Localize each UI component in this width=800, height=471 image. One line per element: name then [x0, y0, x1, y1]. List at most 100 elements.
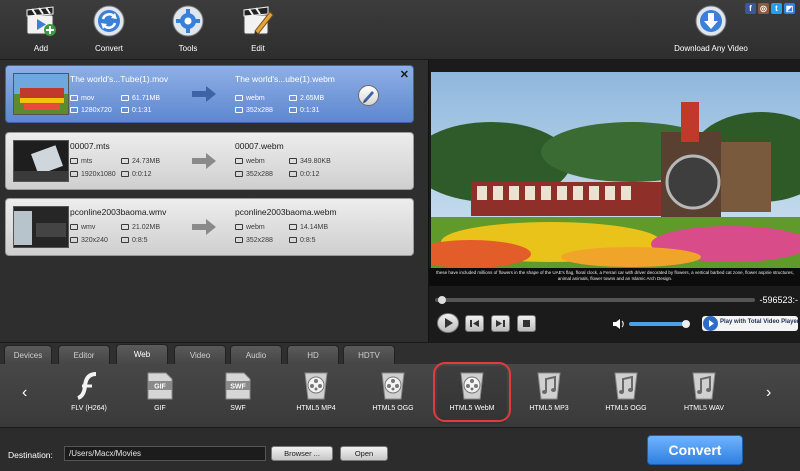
format-html5-ogg[interactable]: HTML5 OGG: [358, 366, 428, 424]
play-with-total-video-player-button[interactable]: Play with Total Video Player: [702, 316, 800, 331]
format-icon: [70, 158, 78, 164]
format-html5-mp3[interactable]: HTML5 MP3: [514, 366, 584, 424]
format-icon: [235, 158, 243, 164]
target-duration-value: 0:1:31: [300, 107, 320, 114]
source-file-name: pconline2003baoma.wmv: [70, 207, 167, 217]
total-video-player-logo-icon: [703, 316, 718, 331]
facebook-icon[interactable]: f: [745, 3, 756, 14]
source-resolution: 1920x1080: [70, 171, 116, 178]
format-html5-wav[interactable]: HTML5 WAV: [669, 366, 739, 424]
previous-button[interactable]: [465, 315, 484, 332]
video-thumbnail: [13, 206, 69, 248]
format-gif[interactable]: GIF GIF: [125, 366, 195, 424]
format-icon: [235, 95, 243, 101]
volume-handle[interactable]: [682, 320, 690, 328]
volume-fill: [629, 322, 686, 326]
edit-label: Edit: [251, 44, 265, 53]
app-window: Add Convert Tools Edit Download Any Vide…: [0, 0, 800, 471]
edit-button[interactable]: Edit: [228, 2, 288, 58]
format-flv-h264[interactable]: FLV (H264): [54, 366, 124, 424]
format-label: HTML5 MP4: [296, 405, 336, 412]
chevron-left-icon[interactable]: ‹: [22, 384, 27, 402]
format-selector: ‹ FLV (H264) GIF GIF SWF SWF HTML5 MP4 H…: [0, 364, 800, 427]
volume-slider[interactable]: [629, 320, 690, 328]
previous-icon: [470, 320, 479, 327]
target-format: webm: [235, 224, 265, 231]
resolution-icon: [235, 171, 243, 177]
next-button[interactable]: [491, 315, 510, 332]
target-resolution-value: 352x288: [246, 237, 273, 244]
tab-hd[interactable]: HD: [287, 345, 339, 365]
source-format-value: mts: [81, 158, 93, 165]
arrow-right-icon: [192, 153, 216, 169]
tab-video[interactable]: Video: [174, 345, 226, 365]
open-button[interactable]: Open: [340, 446, 388, 461]
add-button[interactable]: Add: [11, 2, 71, 58]
target-file-name: 00007.webm: [235, 141, 284, 151]
size-icon: [121, 224, 129, 230]
format-html5-mp4[interactable]: HTML5 MP4: [281, 366, 351, 424]
format-icon: [235, 224, 243, 230]
target-resolution: 352x288: [235, 171, 273, 178]
download-any-video-button[interactable]: Download Any Video: [670, 2, 752, 58]
target-format-value: webm: [246, 224, 265, 231]
target-format: webm: [235, 158, 265, 165]
add-label: Add: [33, 44, 49, 53]
stop-button[interactable]: [517, 315, 536, 332]
target-resolution-value: 352x288: [246, 171, 273, 178]
file-item[interactable]: pconline2003baoma.wmv wmv 21.02MB 320x24…: [5, 198, 414, 256]
format-icon: [70, 95, 78, 101]
source-duration-value: 0:0:12: [132, 171, 152, 178]
tools-button[interactable]: Tools: [158, 2, 218, 58]
tab-audio[interactable]: Audio: [230, 345, 282, 365]
tab-hdtv[interactable]: HDTV: [343, 345, 395, 365]
stop-icon: [523, 320, 530, 327]
source-file-name: The world's...Tube(1).mov: [70, 74, 169, 84]
target-resolution: 352x288: [235, 237, 273, 244]
convert-toolbar-button[interactable]: Convert: [79, 2, 139, 58]
scrub-bar[interactable]: [435, 296, 755, 304]
tab-web[interactable]: Web: [116, 344, 168, 365]
arrow-right-icon: [192, 219, 216, 235]
resolution-icon: [70, 237, 78, 243]
convert-button[interactable]: Convert: [647, 435, 743, 465]
browse-button[interactable]: Browser ...: [271, 446, 333, 461]
flash-icon: [77, 372, 97, 400]
target-duration-value: 0:8:5: [300, 237, 316, 244]
target-format: webm: [235, 95, 265, 102]
source-size-value: 61.71MB: [132, 95, 161, 102]
gear-icon: [172, 5, 204, 37]
source-file-name: 00007.mts: [70, 141, 110, 151]
play-with-total-video-player-label: Play with Total Video Player: [720, 319, 800, 325]
chevron-right-icon[interactable]: ›: [766, 384, 771, 402]
video-frame[interactable]: [431, 72, 800, 288]
format-label: GIF: [154, 405, 166, 412]
target-format-value: webm: [246, 95, 265, 102]
format-html5-ogg-audio[interactable]: HTML5 OGG: [591, 366, 661, 424]
file-item[interactable]: The world's...Tube(1).mov mov 61.71MB 12…: [5, 65, 414, 123]
pencil-icon: [363, 91, 374, 103]
file-item[interactable]: 00007.mts mts 24.73MB 1920x1080 0:0:12 0…: [5, 132, 414, 190]
source-duration-value: 0:1:31: [132, 107, 152, 114]
close-icon[interactable]: ✕: [400, 68, 409, 81]
target-size-value: 2.65MB: [300, 95, 325, 102]
format-label: FLV (H264): [71, 405, 107, 412]
twitter-icon[interactable]: t: [771, 3, 782, 14]
edit-file-button[interactable]: [358, 85, 379, 106]
source-size: 24.73MB: [121, 158, 160, 165]
toolbar: Add Convert Tools Edit Download Any Vide…: [0, 0, 800, 60]
target-size-value: 349.80KB: [300, 158, 331, 165]
share-icon[interactable]: ◩: [784, 3, 795, 14]
play-button[interactable]: [437, 313, 459, 333]
instagram-icon[interactable]: ◎: [758, 3, 769, 14]
scrub-handle[interactable]: [438, 296, 447, 304]
target-file-name: pconline2003baoma.webm: [235, 207, 337, 217]
source-duration-value: 0:8:5: [132, 237, 148, 244]
destination-path-field[interactable]: /Users/Macx/Movies: [64, 446, 266, 461]
format-swf[interactable]: SWF SWF: [203, 366, 273, 424]
size-icon: [121, 95, 129, 101]
tab-devices[interactable]: Devices: [4, 345, 52, 365]
volume-icon[interactable]: [612, 318, 626, 330]
tab-editor[interactable]: Editor: [58, 345, 110, 365]
source-format: mov: [70, 95, 94, 102]
